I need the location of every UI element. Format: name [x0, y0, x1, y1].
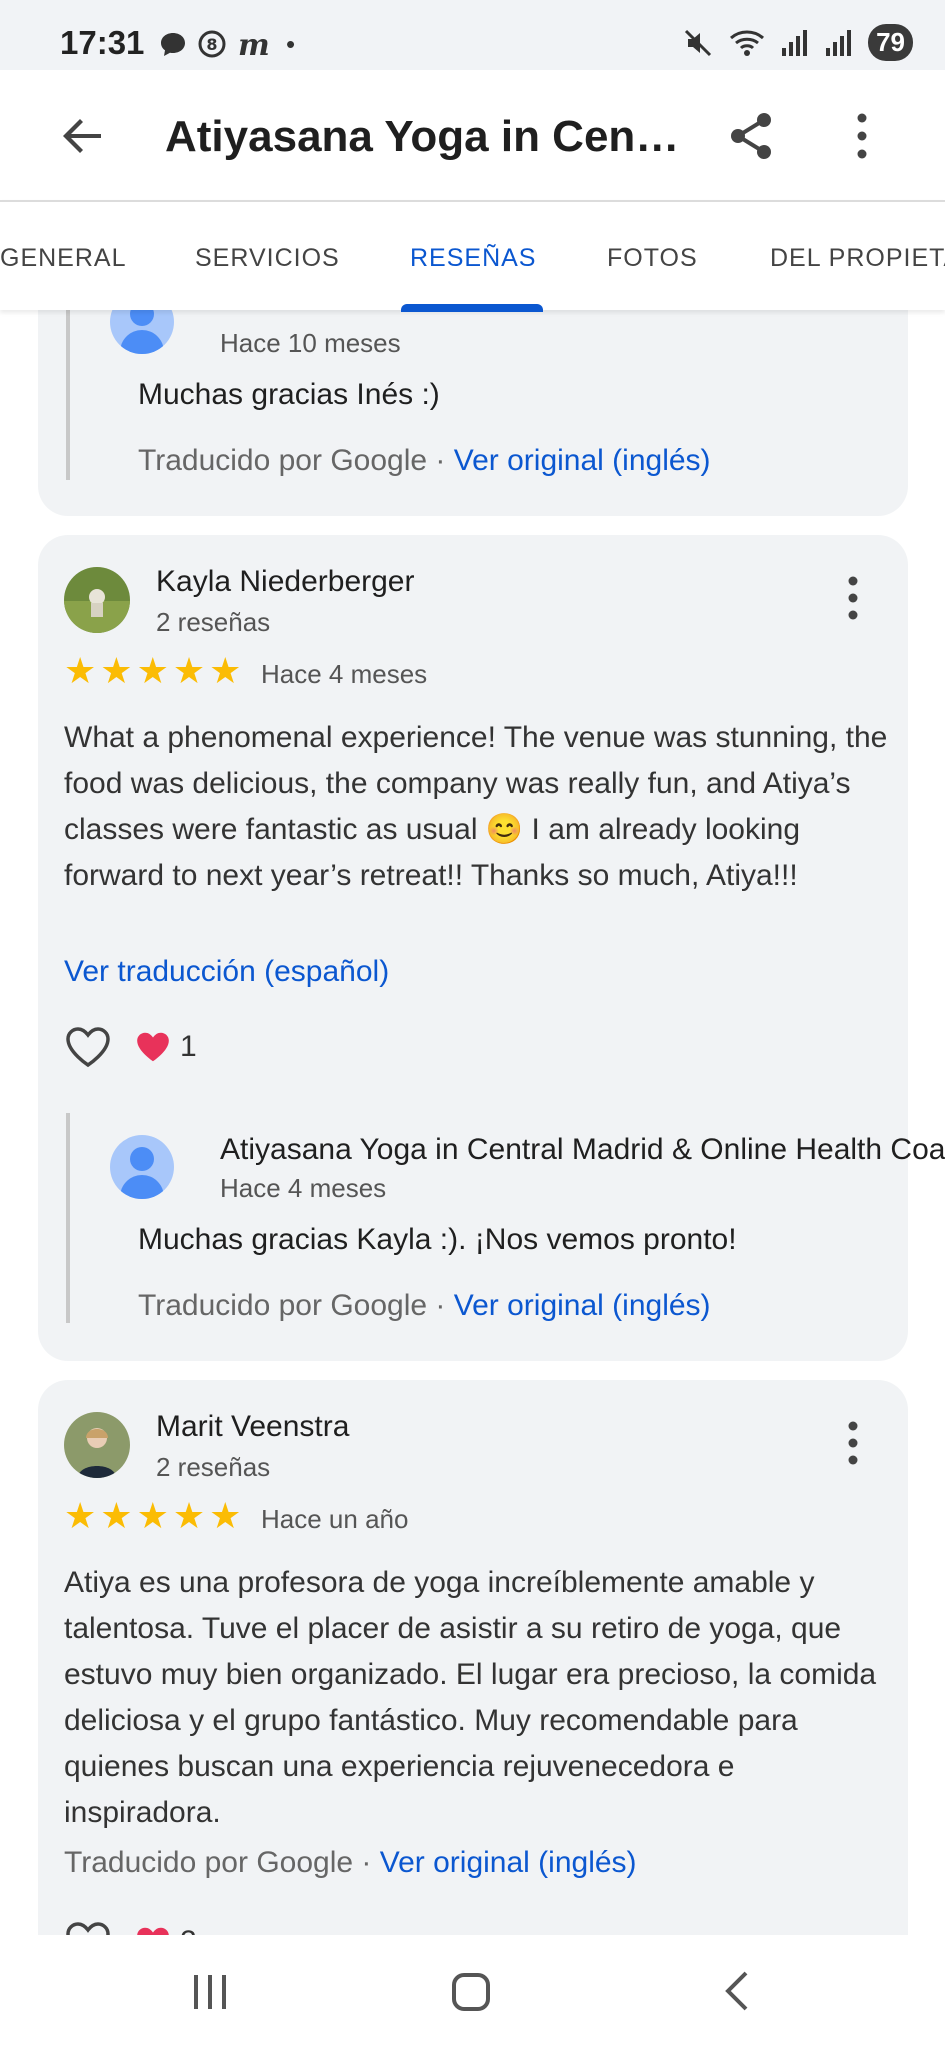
owner-reply-text: Muchas gracias Kayla :). ¡Nos vemos pron… [138, 1223, 737, 1256]
review-card: Hace 10 meses Muchas gracias Inés :) Tra… [38, 310, 908, 516]
star-rating: ★ ★ ★ ★ ★ [64, 653, 241, 689]
mute-icon [685, 29, 712, 56]
reviewer-name[interactable]: Marit Veenstra [156, 1410, 349, 1444]
review-time: Hace un año [261, 1504, 409, 1534]
translated-by-label: Traducido por Google [138, 1289, 428, 1322]
review-text: Atiya es una profesora de yoga increíble… [64, 1566, 877, 1829]
star-icon: ★ [209, 1495, 242, 1536]
reviewer-review-count: 2 reseñas [156, 1452, 271, 1482]
svg-text:m: m [238, 29, 270, 59]
review-time: Hace 4 meses [261, 659, 428, 689]
more-options-icon[interactable] [842, 108, 882, 164]
heart-reaction-icon [137, 1032, 169, 1062]
star-icon: ★ [64, 1495, 97, 1536]
message-bubble-icon [161, 33, 185, 56]
translated-by-label: Traducido por Google [138, 444, 428, 477]
owner-name: Atiyasana Yoga in Central Madrid & Onlin… [220, 1133, 945, 1166]
star-icon: ★ [100, 1495, 133, 1536]
back-nav-icon[interactable] [722, 1969, 752, 2013]
tab-from-owner[interactable]: DEL PROPIETARIO [770, 244, 945, 273]
star-icon: ★ [172, 1495, 206, 1536]
avatar[interactable] [64, 567, 130, 633]
star-icon: ★ [100, 650, 133, 691]
owner-reply-time: Hace 10 meses [220, 328, 401, 358]
star-icon: ★ [172, 650, 206, 691]
notification-circle-icon: 8 [198, 30, 226, 58]
heart-reaction-icon [137, 1927, 169, 1935]
view-original-link[interactable]: Ver original (inglés) [454, 444, 711, 477]
page-title: Atiyasana Yoga in Central Madrid & Onlin… [165, 112, 685, 161]
tab-services[interactable]: SERVICIOS [195, 244, 340, 273]
translated-by-label: Traducido por Google [64, 1846, 354, 1879]
review-card: Marit Veenstra 2 reseñas ★ ★ ★ ★ ★ Hace … [38, 1380, 908, 1935]
owner-reply: Hace 10 meses Muchas gracias Inés :) Tra… [66, 310, 711, 480]
system-nav-bar [0, 1935, 945, 2048]
back-arrow-icon[interactable] [55, 108, 111, 164]
reaction-count: 2 [180, 1925, 197, 1935]
view-original-link[interactable]: Ver original (inglés) [454, 1289, 711, 1322]
separator: · [361, 1846, 372, 1879]
battery-indicator: 79 [868, 24, 913, 61]
recent-apps-icon[interactable] [190, 1973, 230, 2011]
star-icon: ★ [64, 650, 97, 691]
reviewer-name[interactable]: Kayla Niederberger [156, 565, 414, 599]
avatar[interactable] [64, 1412, 130, 1478]
tab-general[interactable]: GENERAL [0, 244, 126, 273]
tab-photos[interactable]: FOTOS [607, 244, 698, 273]
heart-outline-icon[interactable] [64, 1920, 112, 1935]
translate-link[interactable]: Ver traducción (español) [64, 955, 389, 989]
owner-avatar [110, 310, 174, 354]
svg-text:8: 8 [206, 35, 217, 54]
status-bar: 17:31 8 m • 79 [0, 0, 945, 70]
owner-avatar [110, 1135, 174, 1199]
m-app-icon: m [238, 29, 270, 59]
star-icon: ★ [136, 1495, 169, 1536]
wifi-icon [730, 30, 765, 56]
app-bar: Atiyasana Yoga in Central Madrid & Onlin… [0, 70, 945, 200]
separator: · [435, 1289, 446, 1322]
owner-reply-text: Muchas gracias Inés :) [138, 378, 440, 411]
review-more-icon[interactable] [838, 1418, 868, 1468]
share-icon[interactable] [724, 108, 780, 164]
reaction-count: 1 [180, 1030, 197, 1063]
status-dot: • [286, 28, 296, 59]
reviewer-review-count: 2 reseñas [156, 607, 271, 637]
star-rating: ★ ★ ★ ★ ★ [64, 1498, 241, 1534]
star-icon: ★ [136, 650, 169, 691]
reviews-list[interactable]: Hace 10 meses Muchas gracias Inés :) Tra… [0, 310, 945, 1935]
heart-outline-icon[interactable] [64, 1025, 112, 1069]
tab-bar: GENERAL SERVICIOS RESEÑAS FOTOS DEL PROP… [0, 200, 945, 312]
separator: · [435, 444, 446, 477]
status-time: 17:31 [60, 24, 145, 61]
owner-reply-time: Hace 4 meses [220, 1173, 387, 1203]
signal-icon-2 [826, 29, 852, 56]
home-icon[interactable] [452, 1973, 490, 2011]
review-card: Kayla Niederberger 2 reseñas ★ ★ ★ ★ ★ H… [38, 535, 945, 1361]
view-original-link[interactable]: Ver original (inglés) [380, 1846, 637, 1879]
active-tab-indicator [401, 304, 543, 312]
owner-reply: Atiyasana Yoga in Central Madrid & Onlin… [66, 1113, 945, 1323]
star-icon: ★ [209, 650, 242, 691]
review-text: What a phenomenal experience! The venue … [64, 721, 888, 892]
review-more-icon[interactable] [838, 573, 868, 623]
signal-icon [782, 29, 808, 56]
tab-reviews[interactable]: RESEÑAS [410, 244, 536, 273]
